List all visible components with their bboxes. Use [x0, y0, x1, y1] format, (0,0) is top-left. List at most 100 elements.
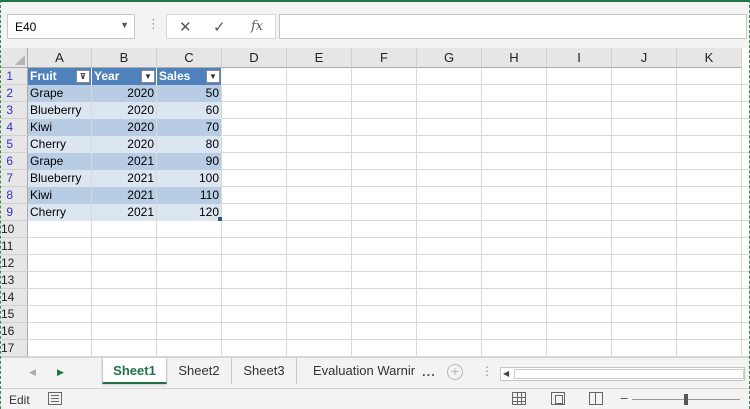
row-header-7[interactable]: 7	[1, 170, 28, 187]
gridline-vertical	[221, 68, 222, 357]
gridline-vertical	[741, 68, 742, 357]
add-sheet-button[interactable]: +	[447, 364, 463, 380]
sheet-tab-sheet1[interactable]: Sheet1	[102, 358, 167, 384]
column-header-e[interactable]: E	[287, 48, 352, 68]
insert-function-icon[interactable]: fx	[251, 19, 263, 34]
filter-dropdown-icon[interactable]: ▼	[141, 70, 155, 83]
gridline-horizontal	[28, 339, 749, 340]
row-header-11[interactable]: 11	[1, 238, 28, 255]
column-header-f[interactable]: F	[352, 48, 417, 68]
table-cell[interactable]: 60	[157, 102, 221, 119]
table-cell[interactable]: Blueberry	[28, 102, 91, 119]
table-header-label: Fruit	[30, 69, 57, 83]
table-cell[interactable]: Kiwi	[28, 187, 91, 204]
sheet-tab-evaluation-warnir[interactable]: Evaluation Warnir	[297, 358, 422, 384]
enter-icon[interactable]: ✓	[213, 18, 226, 36]
table-cell[interactable]: 70	[157, 119, 221, 136]
page-break-preview-icon[interactable]	[589, 392, 603, 405]
column-header-d[interactable]: D	[222, 48, 287, 68]
zoom-out-button[interactable]: −	[620, 390, 628, 406]
column-header-k[interactable]: K	[677, 48, 742, 68]
table-cell[interactable]: Cherry	[28, 136, 91, 153]
row-header-9[interactable]: 9	[1, 204, 28, 221]
cancel-icon[interactable]: ✕	[179, 18, 192, 36]
gridline-vertical	[351, 68, 352, 357]
table-cell[interactable]: 2021	[92, 187, 156, 204]
row-header-17[interactable]: 17	[1, 340, 28, 357]
table-cell[interactable]: Blueberry	[28, 170, 91, 187]
scrollbar-thumb[interactable]	[514, 369, 744, 379]
worksheet-grid[interactable]: A B C D E F G H I J K 1 2 3 4 5 6 7 8 9 10 11 12 13 14 15 16 17 Frui…	[1, 48, 749, 357]
formula-bar: E40 ▼ ⋮ ✕ ✓ fx	[1, 2, 749, 46]
table-header-cell[interactable]: Sales ▼	[157, 68, 222, 85]
status-mode: Edit	[9, 393, 30, 407]
row-header-10[interactable]: 10	[1, 221, 28, 238]
table-cell[interactable]: 2021	[92, 204, 156, 221]
column-header-c[interactable]: C	[157, 48, 222, 68]
sheet-tab-sheet2[interactable]: Sheet2	[167, 358, 232, 384]
gridline-horizontal	[28, 254, 749, 255]
row-header-15[interactable]: 15	[1, 306, 28, 323]
row-header-5[interactable]: 5	[1, 136, 28, 153]
table-header-cell[interactable]: Year ▼	[92, 68, 157, 85]
column-header-h[interactable]: H	[482, 48, 547, 68]
column-header-i[interactable]: I	[547, 48, 612, 68]
row-header-14[interactable]: 14	[1, 289, 28, 306]
column-header-a[interactable]: A	[28, 48, 92, 68]
select-all-button[interactable]	[1, 48, 28, 68]
table-cell[interactable]: 2020	[92, 136, 156, 153]
table-cell[interactable]: 50	[157, 85, 221, 102]
table-cell[interactable]: 2020	[92, 102, 156, 119]
table-cell[interactable]: 2020	[92, 119, 156, 136]
tab-splitter-icon[interactable]: ⋮	[481, 364, 493, 378]
row-header-16[interactable]: 16	[1, 323, 28, 340]
filter-dropdown-icon[interactable]: ▼	[206, 70, 220, 83]
table-cell[interactable]: 2020	[92, 85, 156, 102]
row-header-1[interactable]: 1	[1, 68, 28, 85]
row-header-8[interactable]: 8	[1, 187, 28, 204]
more-sheets-button[interactable]: ...	[422, 364, 436, 379]
table-cell[interactable]: 80	[157, 136, 221, 153]
table-cell[interactable]: 100	[157, 170, 221, 187]
page-layout-view-icon[interactable]	[551, 392, 565, 405]
macro-recording-icon[interactable]	[48, 392, 62, 405]
table-cell[interactable]: 120	[157, 204, 221, 221]
scroll-left-icon[interactable]: ◀	[503, 369, 509, 378]
column-header-j[interactable]: J	[612, 48, 677, 68]
column-header-g[interactable]: G	[417, 48, 482, 68]
table-cell[interactable]: Kiwi	[28, 119, 91, 136]
zoom-slider-thumb[interactable]	[684, 394, 688, 405]
table-header-label: Sales	[159, 69, 191, 83]
filter-active-icon[interactable]: ⊽	[76, 70, 90, 83]
row-header-13[interactable]: 13	[1, 272, 28, 289]
table-cell[interactable]: Grape	[28, 85, 91, 102]
table-cell[interactable]: Cherry	[28, 204, 91, 221]
row-header-3[interactable]: 3	[1, 102, 28, 119]
table-cell[interactable]: 2021	[92, 170, 156, 187]
select-all-icon	[15, 55, 25, 65]
table-header-label: Year	[94, 69, 120, 83]
formula-input[interactable]	[279, 14, 747, 39]
next-sheet-icon[interactable]: ▶	[57, 367, 64, 378]
row-header-2[interactable]: 2	[1, 85, 28, 102]
gridline-horizontal	[28, 305, 749, 306]
sheet-tab-sheet3[interactable]: Sheet3	[232, 358, 297, 384]
table-cell[interactable]: 90	[157, 153, 221, 170]
table-header-cell[interactable]: Fruit ⊽	[28, 68, 92, 85]
row-header-12[interactable]: 12	[1, 255, 28, 272]
row-header-4[interactable]: 4	[1, 119, 28, 136]
horizontal-scrollbar[interactable]: ◀	[500, 367, 745, 381]
table-cell[interactable]: Grape	[28, 153, 91, 170]
gridline-horizontal	[28, 271, 749, 272]
gridline-vertical	[676, 68, 677, 357]
row-header-6[interactable]: 6	[1, 153, 28, 170]
table-cell[interactable]: 2021	[92, 153, 156, 170]
normal-view-icon[interactable]	[512, 392, 526, 405]
previous-sheet-icon[interactable]: ◀	[29, 367, 36, 378]
chevron-down-icon[interactable]: ▼	[120, 20, 129, 30]
table-resize-handle[interactable]	[218, 217, 222, 221]
table-cell[interactable]: 110	[157, 187, 221, 204]
gridline-vertical	[546, 68, 547, 357]
column-header-b[interactable]: B	[92, 48, 157, 68]
name-box[interactable]: E40 ▼	[7, 14, 135, 39]
